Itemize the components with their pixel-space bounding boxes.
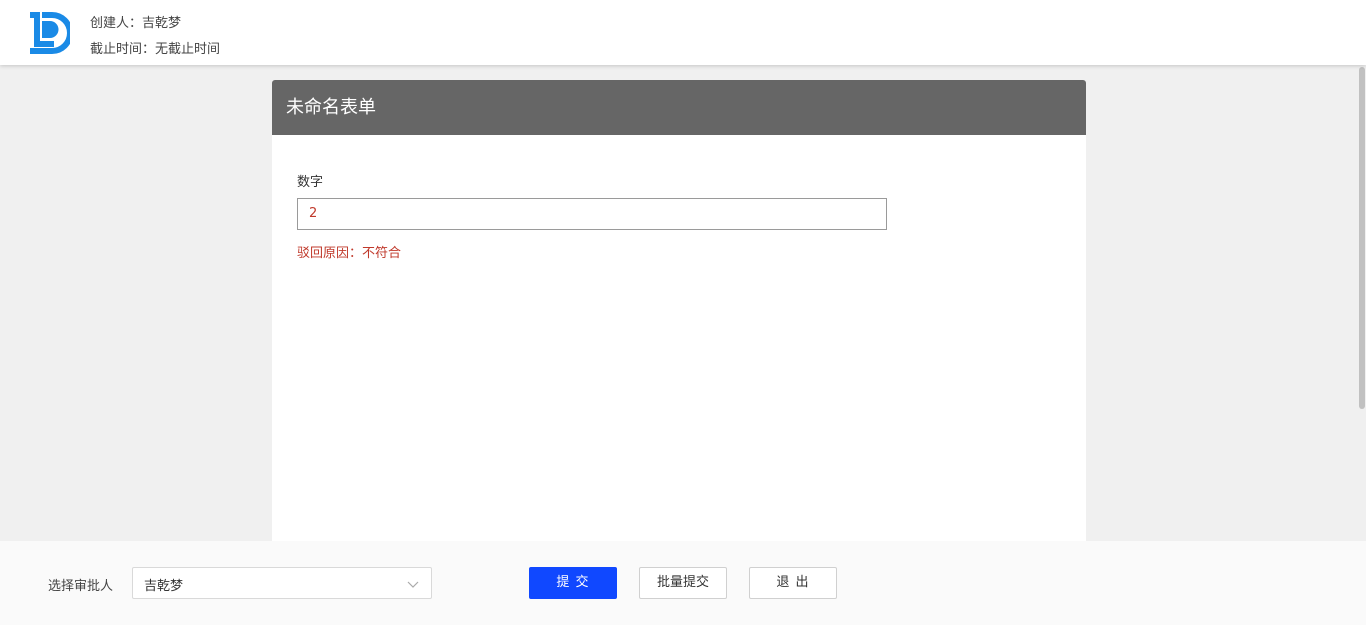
reject-reason-text: 驳回原因：不符合	[297, 246, 402, 261]
ld-logo-icon	[30, 12, 70, 54]
approver-selected-value: 吉乾梦	[144, 579, 184, 594]
scrollbar-thumb[interactable]	[1359, 67, 1365, 409]
form-title: 未命名表单	[272, 80, 1086, 135]
form-scroll-area: 未命名表单 数字 2 驳回原因：不符合	[0, 65, 1366, 541]
page-scrollbar[interactable]	[1358, 65, 1366, 541]
top-header: 创建人：吉乾梦 截止时间：无截止时间	[0, 0, 1366, 65]
approver-select[interactable]: 吉乾梦	[132, 567, 432, 599]
number-field-input[interactable]: 2	[297, 198, 887, 230]
submit-button[interactable]: 提 交	[529, 567, 617, 599]
exit-button[interactable]: 退 出	[749, 567, 837, 599]
creator-info: 创建人：吉乾梦	[90, 16, 182, 31]
form-card: 未命名表单 数字 2 驳回原因：不符合	[272, 80, 1086, 541]
number-field-label: 数字	[297, 175, 324, 190]
deadline-info: 截止时间：无截止时间	[90, 42, 221, 57]
action-footer: 选择审批人 吉乾梦 提 交 批量提交 退 出	[0, 541, 1366, 625]
chevron-down-icon	[407, 581, 419, 588]
batch-submit-button[interactable]: 批量提交	[639, 567, 727, 599]
approver-label: 选择审批人	[48, 579, 114, 594]
